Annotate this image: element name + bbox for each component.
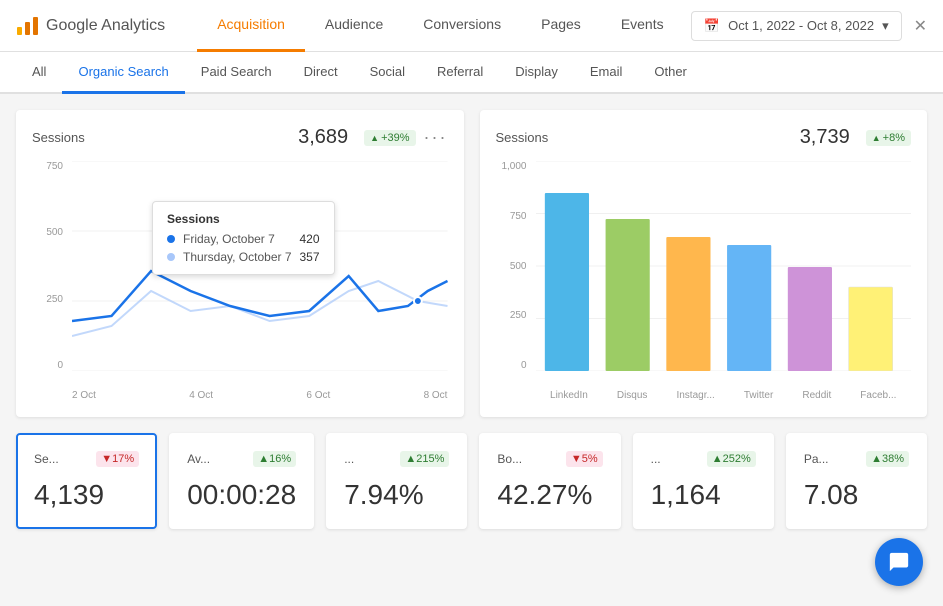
metric-card-5[interactable]: ... ▲252% 1,164 <box>633 433 774 529</box>
bar-x-labels: LinkedIn Disqus Instagr... Twitter Reddi… <box>536 390 912 401</box>
metric-value-5: 7.08 <box>804 479 909 511</box>
metric-value-1: 00:00:28 <box>187 479 296 511</box>
metric-card-sessions[interactable]: Se... ▼17% 4,139 <box>16 433 157 529</box>
right-chart-header: Sessions 3,739 +8% <box>496 126 912 149</box>
tooltip-dot-1 <box>167 235 175 243</box>
tooltip-row-2: Thursday, October 7 357 <box>167 250 320 264</box>
metric-value-2: 7.94% <box>344 479 449 511</box>
chevron-down-icon: ▾ <box>882 18 889 34</box>
bar-chart: 1,0007505002500 <box>496 161 912 401</box>
metric-header-5: Pa... ▲38% <box>804 451 909 467</box>
nav-events[interactable]: Events <box>601 0 684 52</box>
chat-icon <box>888 551 910 573</box>
metric-name-5: Pa... <box>804 452 829 466</box>
content: Sessions 3,689 +39% ··· 7505002500 <box>0 94 943 545</box>
metric-name-4: ... <box>651 452 661 466</box>
bar-label-reddit: Reddit <box>802 390 831 401</box>
bar-y-labels: 1,0007505002500 <box>496 161 531 371</box>
bar-label-linkedin: LinkedIn <box>550 390 588 401</box>
metrics-row: Se... ▼17% 4,139 Av... ▲16% 00:00:28 ...… <box>16 433 927 529</box>
metric-badge-3: ▼5% <box>566 451 603 467</box>
left-chart-badge: +39% <box>364 130 415 146</box>
bar-label-instagram: Instagr... <box>676 390 714 401</box>
bar-label-disqus: Disqus <box>617 390 648 401</box>
sub-nav-email[interactable]: Email <box>574 52 639 94</box>
left-chart-title: Sessions <box>32 130 85 145</box>
nav-conversions[interactable]: Conversions <box>403 0 521 52</box>
bar-label-twitter: Twitter <box>744 390 773 401</box>
nav-audience[interactable]: Audience <box>305 0 403 52</box>
metric-header-1: Av... ▲16% <box>187 451 296 467</box>
metric-value-0: 4,139 <box>34 479 139 511</box>
up-arrow-icon <box>370 132 379 144</box>
metric-card-bounce[interactable]: Bo... ▼5% 42.27% <box>479 433 620 529</box>
left-chart-card: Sessions 3,689 +39% ··· 7505002500 <box>16 110 464 417</box>
line-chart-tooltip: Sessions Friday, October 7 420 Thursday,… <box>152 201 335 275</box>
calendar-icon: 📅 <box>704 18 720 34</box>
sub-nav: All Organic Search Paid Search Direct So… <box>0 52 943 94</box>
logo-text: Google Analytics <box>46 17 165 35</box>
left-chart-header: Sessions 3,689 +39% ··· <box>32 126 448 149</box>
logo-icon <box>16 14 40 38</box>
metric-header-2: ... ▲215% <box>344 451 449 467</box>
tooltip-val-1: 420 <box>300 232 320 246</box>
sub-nav-display[interactable]: Display <box>499 52 574 94</box>
tooltip-label-1: Friday, October 7 <box>183 232 292 246</box>
nav-acquisition[interactable]: Acquisition <box>197 0 305 52</box>
metric-badge-4: ▲252% <box>707 451 756 467</box>
up-arrow-icon-2 <box>872 132 881 144</box>
y-axis-labels: 7505002500 <box>32 161 67 371</box>
header: Google Analytics Acquisition Audience Co… <box>0 0 943 52</box>
metric-header-0: Se... ▼17% <box>34 451 139 467</box>
right-chart-card: Sessions 3,739 +8% 1,0007505002500 <box>480 110 928 417</box>
sub-nav-all[interactable]: All <box>16 52 62 94</box>
chart-menu-button[interactable]: ··· <box>424 127 448 148</box>
sub-nav-direct[interactable]: Direct <box>288 52 354 94</box>
metric-card-pages[interactable]: Pa... ▲38% 7.08 <box>786 433 927 529</box>
tooltip-val-2: 357 <box>300 250 320 264</box>
metric-value-3: 42.27% <box>497 479 602 511</box>
logo: Google Analytics <box>16 14 165 38</box>
metric-name-3: Bo... <box>497 452 522 466</box>
metric-badge-5: ▲38% <box>866 451 909 467</box>
metric-name-2: ... <box>344 452 354 466</box>
tooltip-label-2: Thursday, October 7 <box>183 250 292 264</box>
metric-badge-2: ▲215% <box>400 451 449 467</box>
tooltip-dot-2 <box>167 253 175 261</box>
charts-row: Sessions 3,689 +39% ··· 7505002500 <box>16 110 927 417</box>
x-axis-labels: 2 Oct4 Oct6 Oct8 Oct <box>72 390 448 401</box>
metric-badge-0: ▼17% <box>96 451 139 467</box>
metric-name-0: Se... <box>34 452 59 466</box>
right-chart-title: Sessions <box>496 130 549 145</box>
sub-nav-other[interactable]: Other <box>638 52 703 94</box>
metric-card-avg-session[interactable]: Av... ▲16% 00:00:28 <box>169 433 314 529</box>
date-picker[interactable]: 📅 Oct 1, 2022 - Oct 8, 2022 ▾ <box>691 11 902 41</box>
sub-nav-referral[interactable]: Referral <box>421 52 499 94</box>
metric-card-3[interactable]: ... ▲215% 7.94% <box>326 433 467 529</box>
date-range-label: Oct 1, 2022 - Oct 8, 2022 <box>728 18 874 33</box>
line-chart: 7505002500 <box>32 161 448 401</box>
sub-nav-paid-search[interactable]: Paid Search <box>185 52 288 94</box>
sub-nav-organic-search[interactable]: Organic Search <box>62 52 184 94</box>
sub-nav-social[interactable]: Social <box>354 52 421 94</box>
left-chart-value: 3,689 <box>298 126 348 149</box>
bar-label-facebook: Faceb... <box>860 390 896 401</box>
main-nav: Acquisition Audience Conversions Pages E… <box>197 0 691 52</box>
right-chart-badge: +8% <box>866 130 911 146</box>
metric-name-1: Av... <box>187 452 210 466</box>
chat-button[interactable] <box>875 538 923 586</box>
metric-badge-1: ▲16% <box>253 451 296 467</box>
metric-value-4: 1,164 <box>651 479 756 511</box>
right-chart-value: 3,739 <box>800 126 850 149</box>
metric-header-4: ... ▲252% <box>651 451 756 467</box>
nav-pages[interactable]: Pages <box>521 0 601 52</box>
tooltip-title: Sessions <box>167 212 320 226</box>
bar-chart-svg <box>536 161 912 371</box>
tooltip-row-1: Friday, October 7 420 <box>167 232 320 246</box>
metric-header-3: Bo... ▼5% <box>497 451 602 467</box>
close-button[interactable]: ✕ <box>914 16 927 36</box>
